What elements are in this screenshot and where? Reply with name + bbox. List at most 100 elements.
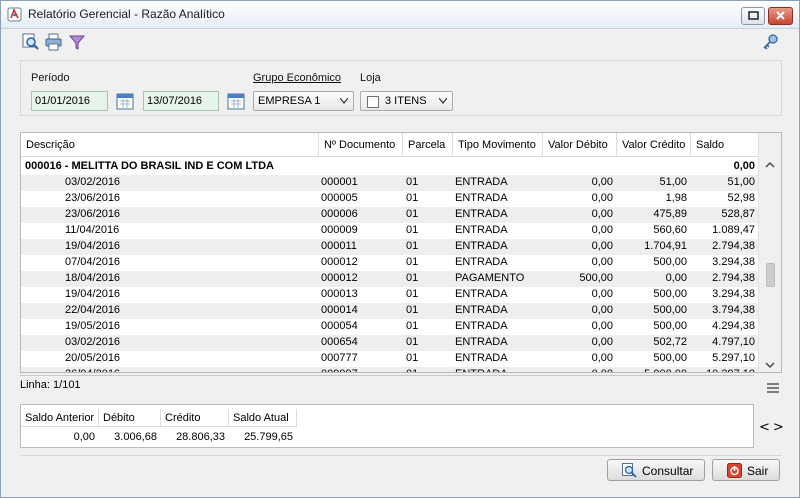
cell-data: 03/02/2016 (65, 176, 121, 188)
grupo-economico-select[interactable]: EMPRESA 1 (253, 91, 354, 111)
cell-valor-debito: 0,00 (591, 352, 613, 364)
scroll-up-icon[interactable] (765, 161, 775, 169)
cell-valor-debito: 0,00 (591, 224, 613, 236)
cell-tipo-movimento: ENTRADA (455, 304, 508, 316)
cell-valor-debito: 0,00 (543, 367, 613, 372)
column-header-descricao[interactable]: Descrição (21, 133, 319, 157)
cell-valor-credito: 1.704,91 (644, 240, 687, 252)
cell-data: 07/04/2016 (65, 256, 121, 268)
cell-valor-credito: 51,00 (659, 176, 687, 188)
column-header-parcela[interactable]: Parcela (403, 133, 453, 157)
date-end-field[interactable]: 13/07/2016 (143, 91, 219, 111)
cell-data: 20/05/2016 (65, 352, 121, 364)
summary-header-credito: Crédito (161, 409, 229, 427)
cell-saldo: 3.294,38 (712, 288, 755, 300)
app-icon (7, 7, 22, 22)
cell-parcela: 01 (406, 176, 419, 188)
cell-data: 19/04/2016 (65, 288, 121, 300)
key-icon[interactable] (761, 33, 779, 51)
hamburger-menu-icon[interactable] (767, 382, 779, 394)
cell-valor-credito: 500,00 (653, 304, 687, 316)
cell-valor-debito: 0,00 (591, 208, 613, 220)
cell-valor-debito: 0,00 (591, 336, 613, 348)
column-header-tipo-movimento[interactable]: Tipo Movimento (453, 133, 543, 157)
nav-prev-button[interactable]: < (759, 420, 773, 435)
row-counter: Linha: 1/101 (20, 379, 81, 391)
cell-parcela: 01 (406, 224, 419, 236)
cell-tipo-movimento: ENTRADA (455, 336, 508, 348)
cell-tipo-movimento: ENTRADA (455, 367, 541, 372)
table-row[interactable]: 19/04/2016 000013 01 ENTRADA 0,00 500,00 3.294… (21, 287, 758, 303)
cell-saldo: 2.794,38 (712, 240, 755, 252)
cell-valor-credito: 475,89 (653, 208, 687, 220)
date-start-field[interactable]: 01/01/2016 (31, 91, 108, 111)
cell-valor-debito: 0,00 (591, 320, 613, 332)
table-row[interactable]: 03/02/2016 000654 01 ENTRADA 0,00 502,72 4.797… (21, 335, 758, 351)
cell-valor-credito: 502,72 (653, 336, 687, 348)
cell-parcela: 01 (406, 304, 419, 316)
cell-tipo-movimento: PAGAMENTO (455, 272, 525, 284)
scroll-thumb[interactable] (766, 263, 775, 287)
summary-header-saldo-anterior: Saldo Anterior (21, 409, 99, 427)
summary-value-saldo-anterior: 0,00 (73, 431, 95, 443)
cell-valor-credito: 560,60 (653, 224, 687, 236)
ledger-grid[interactable]: Descrição Nº Documento Parcela Tipo Movi… (20, 132, 782, 373)
loja-select[interactable]: 3 ITENS (360, 91, 453, 111)
table-row[interactable]: 23/06/2016 000005 01 ENTRADA 0,00 1,98 52,98 (21, 191, 758, 207)
cell-tipo-movimento: ENTRADA (455, 192, 508, 204)
cell-data: 19/04/2016 (65, 240, 121, 252)
cell-valor-debito: 500,00 (579, 272, 613, 284)
status-divider (20, 375, 754, 376)
summary-header-saldo-atual: Saldo Atual (229, 409, 297, 427)
cell-saldo: 1.089,47 (712, 224, 755, 236)
cell-documento: 009997 (321, 367, 401, 372)
table-row[interactable]: 26/04/2016 009997 01 ENTRADA0,00 5.000,00 10.… (21, 367, 758, 372)
cell-data: 23/06/2016 (65, 192, 121, 204)
table-row[interactable]: 07/04/2016 000012 01 ENTRADA 0,00 500,00 3.294… (21, 255, 758, 271)
table-row[interactable]: 18/04/2016 000012 01 PAGAMENTO 500,00 0,00 2.7… (21, 271, 758, 287)
table-row[interactable]: 23/06/2016 000006 01 ENTRADA 0,00 475,89 528,8… (21, 207, 758, 223)
table-row[interactable]: 20/05/2016 000777 01 ENTRADA 0,00 500,00 5.297… (21, 351, 758, 367)
maximize-button[interactable] (741, 7, 765, 25)
close-button[interactable] (768, 7, 793, 25)
summary-nav: <> (759, 420, 787, 435)
column-header-saldo[interactable]: Saldo (691, 133, 758, 157)
group-row[interactable]: 000016 - MELITTA DO BRASIL IND E COM LTD… (21, 159, 758, 175)
calendar-end-icon[interactable] (226, 91, 246, 111)
cell-tipo-movimento: ENTRADA (455, 256, 508, 268)
cell-tipo-movimento: ENTRADA (455, 288, 508, 300)
column-header-valor-credito[interactable]: Valor Crédito (617, 133, 691, 157)
vertical-scrollbar[interactable] (758, 133, 781, 372)
table-row[interactable]: 19/04/2016 000011 01 ENTRADA 0,00 1.704,91 2.7… (21, 239, 758, 255)
table-row[interactable]: 11/04/2016 000009 01 ENTRADA 0,00 560,60 1.089… (21, 223, 758, 239)
cell-valor-debito: 0,00 (591, 304, 613, 316)
scroll-down-icon[interactable] (765, 361, 775, 369)
cell-valor-credito: 500,00 (653, 352, 687, 364)
print-icon[interactable] (45, 33, 63, 51)
filter-icon[interactable] (68, 33, 86, 51)
column-header-valor-debito[interactable]: Valor Débito (543, 133, 617, 157)
consultar-button[interactable]: Consultar (607, 459, 705, 481)
summary-value-credito: 28.806,33 (176, 431, 225, 443)
cell-documento: 000054 (321, 320, 358, 332)
cell-documento: 000009 (321, 224, 358, 236)
loja-checkbox[interactable] (367, 96, 379, 108)
cell-parcela: 01 (406, 367, 446, 372)
cell-documento: 000013 (321, 288, 358, 300)
cell-documento: 000005 (321, 192, 358, 204)
column-header-documento[interactable]: Nº Documento (319, 133, 403, 157)
chevron-down-icon (340, 98, 348, 104)
cell-tipo-movimento: ENTRADA (455, 224, 508, 236)
table-row[interactable]: 19/05/2016 000054 01 ENTRADA 0,00 500,00 4.294… (21, 319, 758, 335)
cell-tipo-movimento: ENTRADA (455, 176, 508, 188)
calendar-start-icon[interactable] (115, 91, 135, 111)
table-row[interactable]: 03/02/2016 000001 01 ENTRADA 0,00 51,00 51,00 (21, 175, 758, 191)
search-report-icon[interactable] (22, 33, 40, 51)
client-area: Período 01/01/2016 13/07/2016 Grupo Econ… (2, 29, 799, 497)
close-icon (776, 11, 785, 20)
cell-parcela: 01 (406, 192, 419, 204)
sair-button[interactable]: Sair (712, 459, 780, 481)
table-row[interactable]: 22/04/2016 000014 01 ENTRADA 0,00 500,00 3.794… (21, 303, 758, 319)
grupo-economico-label: Grupo Econômico (253, 72, 342, 84)
nav-next-button[interactable]: > (773, 420, 787, 435)
